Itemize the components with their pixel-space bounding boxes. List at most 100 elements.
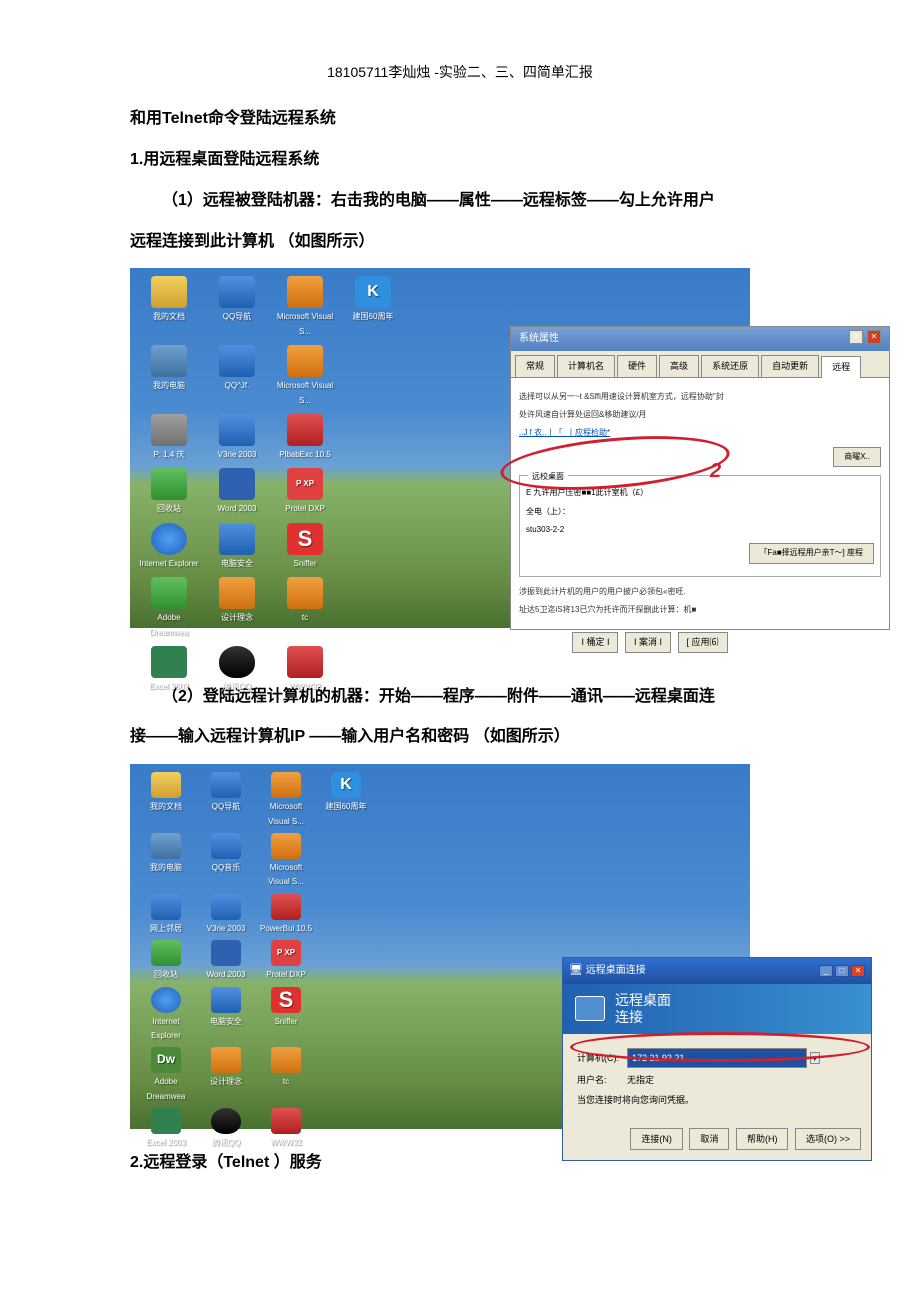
help-icon[interactable]: ② [849, 330, 863, 344]
connect-button[interactable]: 连接(N) [630, 1128, 683, 1150]
icon-vs2[interactable]: Microsoft Visual S... [258, 833, 314, 890]
icon-mydoc[interactable]: 我的文档 [138, 276, 200, 339]
icon-diannao[interactable]: 电脑安全 [198, 987, 254, 1044]
icon-label: QQ^Jf. [225, 379, 250, 393]
icon-protel[interactable]: P XPProtel DXP [258, 940, 314, 982]
icon-label: 我的文档 [150, 800, 182, 814]
icon-recycle[interactable]: 回收站 [138, 940, 194, 982]
icon-label: tc [283, 1075, 289, 1089]
ok-button[interactable]: I 桶定 I [572, 632, 618, 652]
edit-button[interactable]: 商曜X.. [833, 447, 881, 467]
sysprops-titlebar[interactable]: 系统属性 ② ✕ [511, 327, 889, 351]
icon-label: PlbabExc 10.5 [279, 448, 331, 462]
icon-powerbui[interactable]: PowerBui 10.5 [258, 894, 314, 936]
icon-qqjf[interactable]: QQ^Jf. [206, 345, 268, 408]
close-icon[interactable]: ✕ [851, 965, 865, 977]
icon-qqfav[interactable]: QQ导航 [198, 772, 254, 829]
icon-label: QQ音乐 [212, 861, 240, 875]
icon-vs[interactable]: Microsoft Visual S... [274, 276, 336, 339]
icon-kk[interactable]: K建国60周年 [318, 772, 374, 829]
tab-remote[interactable]: 远程 [821, 356, 861, 377]
remote-desc-1: 选择可以从另一~t &Sffi用速设计算机室方式，远程协助"封 [519, 390, 881, 404]
maximize-icon[interactable]: □ [835, 965, 849, 977]
icon-label: 设计理念 [221, 611, 253, 625]
icon-www[interactable]: WWW32 [274, 646, 336, 694]
icon-label: Protel DXP [285, 502, 325, 516]
icon-label: Microsoft Visual S... [274, 379, 336, 408]
icon-excel[interactable]: Excel 2003 [138, 1108, 194, 1150]
icon-visio[interactable]: V3rie 2003 [198, 894, 254, 936]
options-button[interactable]: 选项(O) >> [795, 1128, 861, 1150]
icon-label: WWW32 [289, 680, 321, 694]
icon-label: Excel 2003 [146, 1136, 186, 1150]
sysprops-title-text: 系统属性 [519, 330, 559, 348]
section-1-heading: 1.用远程桌面登陆远程系统 [130, 146, 790, 175]
step-1b-text: 远程连接到此计算机 （如图所示） [130, 228, 790, 257]
help-button[interactable]: 帮助(H) [736, 1128, 789, 1150]
icon-recycle[interactable]: 回收站 [138, 468, 200, 516]
icon-adobe[interactable]: Adobe Dreamwea [138, 577, 200, 640]
icon-ie[interactable]: Internet Explorer [138, 987, 194, 1044]
icon-vs2[interactable]: Microsoft Visual S... [274, 345, 336, 408]
fullname-label: 全电（上）： [526, 505, 874, 519]
remote-desc-2: 处许风速自计算处运回&移助建议/月 [519, 408, 881, 422]
icon-label: WWW32 [270, 1136, 302, 1150]
icon-ie[interactable]: Internet Explorer [138, 523, 200, 571]
icon-www[interactable]: WWW32 [258, 1108, 314, 1150]
icon-label: Microsoft Visual S... [258, 800, 314, 829]
icon-design[interactable]: 设计理念 [206, 577, 268, 640]
rdc-banner-text: 远程桌面 连接 [615, 992, 671, 1026]
fullname-value: stu303-2-2 [526, 523, 874, 537]
icon-label: 设计理念 [210, 1075, 242, 1089]
cancel-button[interactable]: 取消 [689, 1128, 729, 1150]
icon-protel[interactable]: P XPProtel DXP [274, 468, 336, 516]
select-users-button[interactable]: 「Fa■择远程用户亲T〜] 座程 [749, 543, 875, 563]
rdc-buttons: 连接(N) 取消 帮助(H) 选项(O) >> [563, 1122, 871, 1160]
tab-autoupdate[interactable]: 自动更新 [761, 355, 819, 376]
icon-tt[interactable]: tc [274, 577, 336, 640]
icon-mycomp[interactable]: 我的电脑 [138, 833, 194, 890]
icon-qqfav[interactable]: QQ导航 [206, 276, 268, 339]
icon-design[interactable]: 设计理念 [198, 1047, 254, 1104]
cancel-button[interactable]: I 案消 I [625, 632, 671, 652]
icon-adobe[interactable]: DwAdobe Dreamwea [138, 1047, 194, 1104]
tab-sysrestore[interactable]: 系统还原 [701, 355, 759, 376]
icon-kk[interactable]: K建国60周年 [342, 276, 404, 339]
tab-advanced[interactable]: 高级 [659, 355, 699, 376]
icon-qqmusic[interactable]: QQ音乐 [198, 833, 254, 890]
icon-label: Internet Explorer [139, 557, 198, 571]
tab-hardware[interactable]: 硬件 [617, 355, 657, 376]
icon-label: 网上邻居 [150, 922, 182, 936]
icon-vs[interactable]: Microsoft Visual S... [258, 772, 314, 829]
icon-tencent[interactable]: 腾讯QQ [206, 646, 268, 694]
tab-general[interactable]: 常规 [515, 355, 555, 376]
icon-label: P: 1.4 庆 [153, 448, 184, 462]
icon-word[interactable]: Word 2003 [198, 940, 254, 982]
icon-tencent[interactable]: 腾讯QQ [198, 1108, 254, 1150]
icon-word[interactable]: Word 2003 [206, 468, 268, 516]
icon-diannao[interactable]: 电脑安全 [206, 523, 268, 571]
rdc-titlebar[interactable]: 🖥 远程桌面连接 _ □ ✕ [563, 958, 871, 984]
icon-pb[interactable]: PlbabExc 10.5 [274, 414, 336, 462]
annotation-number-2: 2 [710, 453, 721, 489]
icon-label: 电脑安全 [210, 1015, 242, 1029]
desktop-bg-1: 我的文档 QQ导航 Microsoft Visual S... K建国60周年 … [130, 268, 750, 628]
icon-visio[interactable]: V3rie 2003 [206, 414, 268, 462]
step-2b-text: 接——输入远程计算机IP ——输入用户名和密码 （如图所示） [130, 723, 790, 752]
desktop-icons-grid: 我的文档 QQ导航 Microsoft Visual S... K建国60周年 … [138, 276, 404, 694]
icon-tt[interactable]: tc [258, 1047, 314, 1104]
icon-label: 电脑安全 [221, 557, 253, 571]
sysprops-tabs: 常规 计算机名 硬件 高级 系统还原 自动更新 远程 [511, 351, 889, 377]
icon-sniffer[interactable]: SSniffer [274, 523, 336, 571]
apply-button[interactable]: [ 应用⑹ [678, 632, 728, 652]
icon-drive[interactable]: P: 1.4 庆 [138, 414, 200, 462]
icon-label: Word 2003 [218, 502, 257, 516]
icon-mydoc[interactable]: 我的文档 [138, 772, 194, 829]
icon-excel[interactable]: Excel 2003 [138, 646, 200, 694]
close-icon[interactable]: ✕ [867, 330, 881, 344]
icon-netplace[interactable]: 网上邻居 [138, 894, 194, 936]
tab-compname[interactable]: 计算机名 [557, 355, 615, 376]
icon-mycomp[interactable]: 我的电脑 [138, 345, 200, 408]
icon-sniffer[interactable]: SSniffer [258, 987, 314, 1044]
minimize-icon[interactable]: _ [819, 965, 833, 977]
